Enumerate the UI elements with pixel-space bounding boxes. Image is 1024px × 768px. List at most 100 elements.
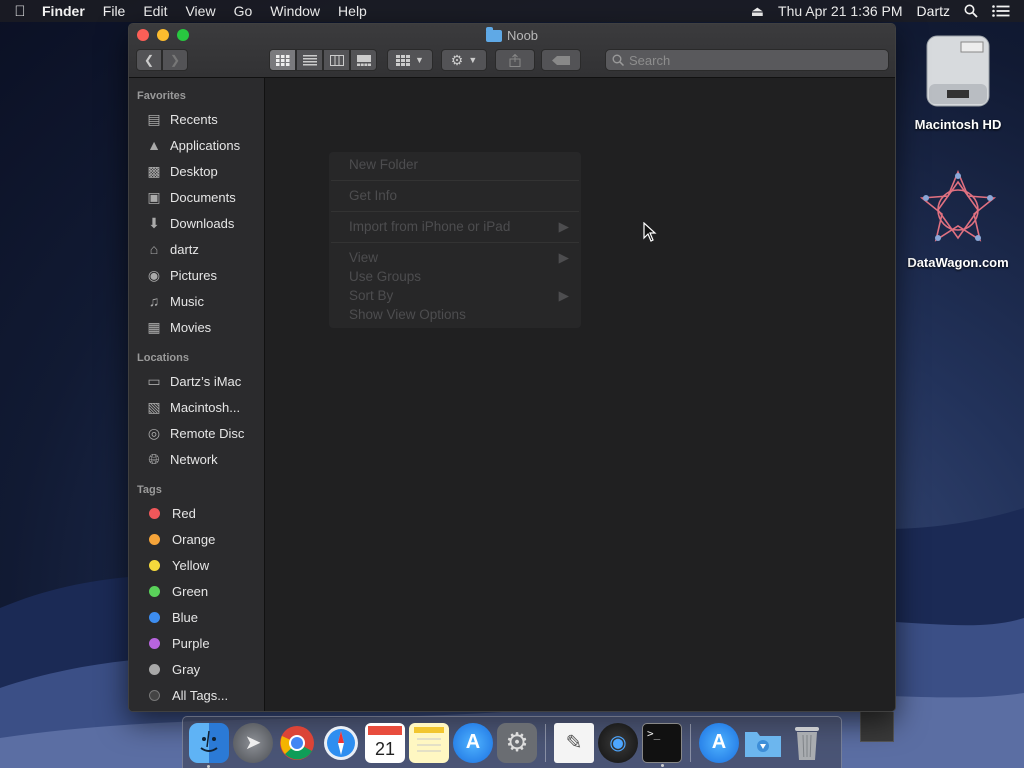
grid-arrange-icon xyxy=(396,54,411,66)
menu-bar:  Finder File Edit View Go Window Help ⏏… xyxy=(0,0,1024,22)
sidebar-item-desktop[interactable]: ▩ Desktop xyxy=(129,158,264,184)
tag-icon xyxy=(552,55,570,65)
column-view-button[interactable] xyxy=(323,49,350,71)
dock-chrome[interactable] xyxy=(277,723,317,763)
list-view-button[interactable] xyxy=(296,49,323,71)
search-input[interactable] xyxy=(629,52,869,68)
menu-window[interactable]: Window xyxy=(261,3,329,19)
dock-notes[interactable] xyxy=(409,722,449,763)
sidebar-tag-purple[interactable]: Purple xyxy=(129,630,264,656)
group-by-button[interactable]: ▼ xyxy=(387,49,433,71)
dock-launchpad[interactable]: ➤ xyxy=(233,722,273,763)
menu-file[interactable]: File xyxy=(94,3,135,19)
sidebar-item-imac[interactable]: ▭ Dartz’s iMac xyxy=(129,368,264,394)
applications-icon: ▲ xyxy=(147,137,161,153)
sidebar-item-home[interactable]: ⌂ dartz xyxy=(129,236,264,262)
sidebar-item-label: Remote Disc xyxy=(170,425,245,441)
dock-app-store[interactable]: A xyxy=(453,722,493,763)
dock-applications-folder[interactable]: A xyxy=(699,722,739,763)
menubar-clock[interactable]: Thu Apr 21 1:36 PM xyxy=(778,3,903,19)
sidebar-tag-red[interactable]: Red xyxy=(129,500,264,526)
desktop-icon-datawagon[interactable]: DataWagon.com xyxy=(898,168,1018,270)
context-item-show-view-options[interactable]: Show View Options xyxy=(349,307,569,322)
dock-system-preferences[interactable]: ⚙ xyxy=(497,722,537,763)
spotlight-search-icon[interactable] xyxy=(964,4,978,18)
dock-downloads-folder[interactable] xyxy=(743,723,783,763)
menu-help[interactable]: Help xyxy=(329,3,376,19)
menubar-user[interactable]: Dartz xyxy=(917,3,950,19)
desktop-icon-macintosh-hd[interactable]: Macintosh HD xyxy=(898,32,1018,132)
sidebar-section-tags: Tags xyxy=(137,484,162,496)
context-item-new-folder[interactable]: New Folder xyxy=(349,157,569,172)
sidebar-item-recents[interactable]: ▤ Recents xyxy=(129,106,264,132)
icon-view-button[interactable] xyxy=(269,49,296,71)
context-item-label: Show View Options xyxy=(349,307,466,322)
background-window[interactable] xyxy=(860,712,894,742)
sidebar-item-downloads[interactable]: ⬇ Downloads xyxy=(129,210,264,236)
dock-quicktime[interactable]: ◉ xyxy=(598,722,638,763)
sidebar-item-network[interactable]: 🌐︎ Network xyxy=(129,446,264,472)
context-item-label: Sort By xyxy=(349,288,394,303)
menu-app-finder[interactable]: Finder xyxy=(40,3,94,19)
notification-center-icon[interactable] xyxy=(992,5,1010,17)
dock-terminal[interactable]: >_ xyxy=(642,722,682,767)
sidebar-item-applications[interactable]: ▲ Applications xyxy=(129,132,264,158)
sidebar-tag-gray[interactable]: Gray xyxy=(129,656,264,682)
share-button[interactable] xyxy=(495,49,535,71)
sidebar-tag-blue[interactable]: Blue xyxy=(129,604,264,630)
sidebar-tag-orange[interactable]: Orange xyxy=(129,526,264,552)
dock-safari[interactable] xyxy=(321,723,361,763)
dock-textedit[interactable]: ✎ xyxy=(554,722,594,763)
recents-icon: ▤ xyxy=(147,110,161,127)
sidebar-item-label: Orange xyxy=(172,531,216,547)
sidebar-tag-yellow[interactable]: Yellow xyxy=(129,552,264,578)
chevron-left-icon: ❮ xyxy=(143,53,155,67)
menu-view[interactable]: View xyxy=(176,3,224,19)
terminal-prompt-icon: >_ xyxy=(647,726,661,740)
context-item-get-info[interactable]: Get Info xyxy=(349,188,569,203)
sidebar-item-documents[interactable]: ▣ Documents xyxy=(129,184,264,210)
window-title-text: Noob xyxy=(506,28,539,43)
datawagon-logo-icon xyxy=(919,169,997,242)
sidebar-tag-all-tags[interactable]: All Tags... xyxy=(129,682,264,708)
sidebar-tag-green[interactable]: Green xyxy=(129,578,264,604)
sidebar-item-music[interactable]: ♫ Music xyxy=(129,288,264,314)
sidebar-item-remote-disc[interactable]: ◎ Remote Disc xyxy=(129,420,264,446)
sidebar-item-macintosh-hd[interactable]: ▧ Macintosh... xyxy=(129,394,264,420)
context-item-view[interactable]: View ▶ xyxy=(349,250,569,266)
sidebar-item-label: Network xyxy=(170,451,218,467)
dock-finder[interactable] xyxy=(189,722,229,768)
dock-calendar[interactable]: 21 xyxy=(365,722,405,763)
dock-trash[interactable] xyxy=(787,723,827,763)
finder-sidebar: Favorites ▤ Recents ▲ Applications ▩ Deskto… xyxy=(129,78,265,711)
rocket-icon: ➤ xyxy=(244,732,262,754)
forward-button[interactable]: ❯ xyxy=(162,49,188,71)
finder-content-area[interactable]: New Folder Get Info Import from iPhone o… xyxy=(265,78,895,711)
columns-icon xyxy=(329,54,344,66)
sidebar-item-movies[interactable]: ▦ Movies xyxy=(129,314,264,340)
edit-tags-button[interactable] xyxy=(541,49,581,71)
desktop-icon-label: DataWagon.com xyxy=(907,255,1009,270)
share-group xyxy=(495,49,535,71)
context-item-use-groups[interactable]: Use Groups xyxy=(349,269,569,284)
sidebar-section-favorites: Favorites xyxy=(137,90,186,102)
menu-edit[interactable]: Edit xyxy=(134,3,176,19)
gear-icon: ⚙ xyxy=(450,51,464,68)
context-item-import[interactable]: Import from iPhone or iPad ▶ xyxy=(349,219,569,235)
apple-menu-icon[interactable]:  xyxy=(0,3,40,20)
gallery-view-button[interactable] xyxy=(350,49,377,71)
sidebar-item-label: Documents xyxy=(170,189,236,205)
sidebar-item-pictures[interactable]: ◉ Pictures xyxy=(129,262,264,288)
folder-icon xyxy=(485,26,502,42)
back-button[interactable]: ❮ xyxy=(136,49,162,71)
desktop-icon-label: Macintosh HD xyxy=(914,117,1002,132)
search-field[interactable] xyxy=(605,49,889,71)
sidebar-item-label: Applications xyxy=(170,137,241,153)
window-title: Noob xyxy=(129,26,895,43)
action-menu-button[interactable]: ⚙ ▼ xyxy=(441,49,487,71)
context-item-sort-by[interactable]: Sort By ▶ xyxy=(349,288,569,304)
menu-go[interactable]: Go xyxy=(225,3,262,19)
search-icon xyxy=(612,54,624,66)
eject-icon[interactable]: ⏏ xyxy=(751,3,764,20)
sidebar-item-label: Blue xyxy=(172,609,199,625)
